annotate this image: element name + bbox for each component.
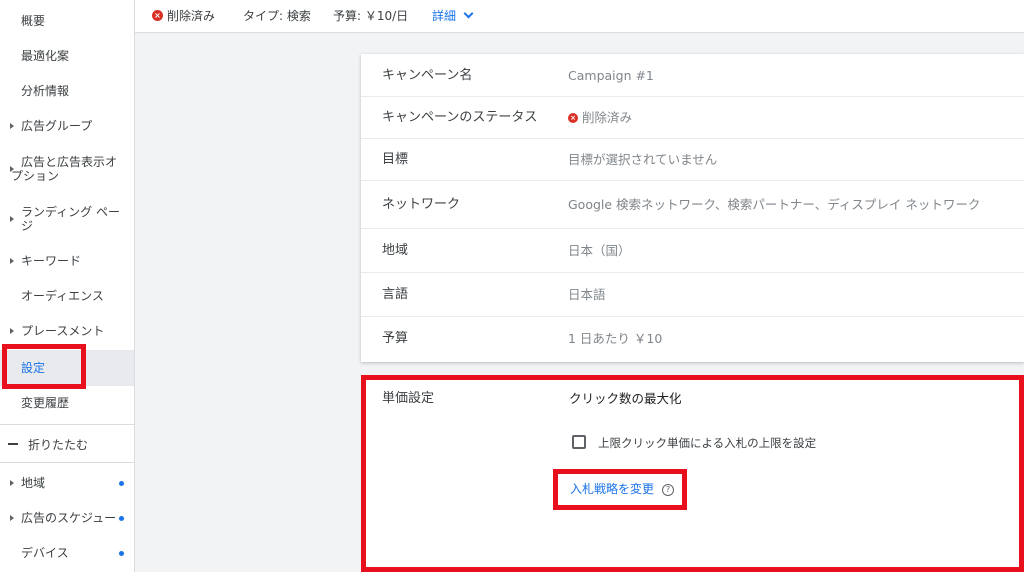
expand-triangle-icon	[10, 515, 14, 521]
settings-row-value: 日本（国）	[568, 243, 631, 258]
sidebar-nav: 概要 最適化案 分析情報 広告グループ 広告と広告表示オ プション ランディング…	[0, 0, 135, 572]
sidebar-item-ads-extensions[interactable]: 広告と広告表示オ プション	[0, 155, 134, 185]
sidebar-item-label: ジ	[21, 219, 34, 233]
max-cpc-limit-checkbox[interactable]	[572, 435, 586, 449]
settings-row-locations[interactable]: 地域 日本（国）	[361, 229, 1024, 273]
sidebar-item-recommendations[interactable]: 最適化案	[0, 49, 134, 65]
help-icon[interactable]: ?	[662, 484, 674, 496]
sidebar-item-label: プション	[11, 169, 60, 183]
settings-row-budget[interactable]: 予算 1 日あたり ￥10	[361, 317, 1024, 362]
settings-row-network[interactable]: ネットワーク Google 検索ネットワーク、検索パートナー、ディスプレイ ネッ…	[361, 181, 1024, 229]
sidebar-item-keywords[interactable]: キーワード	[0, 254, 134, 270]
settings-row-goal[interactable]: 目標 目標が選択されていません	[361, 139, 1024, 181]
highlight-bidding-box	[361, 375, 1024, 572]
settings-row-value: 削除済み	[582, 110, 633, 125]
settings-row-languages[interactable]: 言語 日本語	[361, 273, 1024, 317]
collapse-icon	[8, 443, 18, 445]
campaign-budget-text: 予算: ￥10/日	[333, 9, 409, 23]
settings-row-value: Google 検索ネットワーク、検索パートナー、ディスプレイ ネットワーク	[568, 197, 981, 212]
sidebar-item-label: 広告グループ	[21, 119, 93, 133]
sidebar-collapse[interactable]: 折りたたむ	[0, 438, 134, 454]
removed-status-icon: ×	[568, 113, 578, 123]
sidebar-divider	[0, 462, 134, 463]
campaign-status-text: 削除済み	[167, 9, 216, 23]
settings-row-campaign-status[interactable]: キャンペーンのステータス × 削除済み	[361, 97, 1024, 139]
sidebar-item-label: ランディング ペー	[21, 205, 120, 219]
settings-row-value: Campaign #1	[568, 68, 654, 83]
expand-triangle-icon	[10, 216, 14, 222]
sidebar-item-label: 概要	[21, 14, 46, 28]
expand-triangle-icon	[10, 123, 14, 129]
sidebar-item-label: 広告と広告表示オ	[21, 155, 118, 169]
notification-dot	[119, 481, 124, 486]
change-bid-strategy-link[interactable]: 入札戦略を変更	[570, 482, 654, 496]
sidebar-item-locations[interactable]: 地域	[0, 476, 134, 492]
expand-triangle-icon	[10, 328, 14, 334]
settings-row-value: 1 日あたり ￥10	[568, 331, 663, 346]
sidebar-item-ad-schedule[interactable]: 広告のスケジュー	[0, 511, 134, 527]
sidebar-divider	[0, 424, 134, 425]
details-toggle[interactable]: 詳細	[432, 8, 456, 24]
expand-triangle-icon	[10, 480, 14, 486]
max-cpc-limit-label[interactable]: 上限クリック単価による入札の上限を設定	[598, 436, 816, 450]
campaign-settings-card: キャンペーン名 Campaign #1 キャンペーンのステータス × 削除済み …	[361, 54, 1024, 362]
notification-dot	[119, 516, 124, 521]
settings-row-label: 地域	[382, 243, 409, 258]
sidebar-item-devices[interactable]: デバイス	[0, 546, 134, 562]
removed-status-icon: ×	[152, 10, 163, 21]
sidebar-item-label: デバイス	[21, 546, 69, 560]
sidebar-item-label: 最適化案	[21, 49, 70, 63]
bidding-label: 単価設定	[382, 391, 435, 406]
sidebar-item-label: 広告のスケジュー	[21, 511, 117, 525]
settings-row-campaign-name[interactable]: キャンペーン名 Campaign #1	[361, 54, 1024, 97]
settings-row-value: 日本語	[568, 287, 606, 302]
settings-row-label: 目標	[382, 152, 409, 167]
campaign-type-text: タイプ: 検索	[243, 9, 311, 23]
settings-row-value: 目標が選択されていません	[568, 152, 718, 167]
chevron-down-icon[interactable]	[463, 8, 474, 19]
sidebar-item-label: キーワード	[21, 254, 82, 268]
sidebar-item-label: オーディエンス	[21, 289, 104, 303]
sidebar-item-label: 分析情報	[21, 84, 70, 98]
settings-row-label: 予算	[382, 331, 409, 346]
settings-row-label: キャンペーンのステータス	[382, 110, 538, 125]
sidebar-item-ad-groups[interactable]: 広告グループ	[0, 119, 134, 135]
sidebar-item-placements[interactable]: プレースメント	[0, 324, 134, 340]
sidebar-item-landing-pages[interactable]: ランディング ペー ジ	[0, 205, 134, 235]
settings-row-label: 言語	[382, 287, 409, 302]
campaign-summary-bar: × 削除済み タイプ: 検索 予算: ￥10/日 詳細	[135, 0, 1024, 33]
highlight-settings-box	[2, 344, 86, 389]
sidebar-collapse-label: 折りたたむ	[28, 438, 89, 452]
sidebar-item-label: 変更履歴	[21, 396, 70, 410]
sidebar-item-audiences[interactable]: オーディエンス	[0, 289, 134, 305]
notification-dot	[119, 551, 124, 556]
expand-triangle-icon	[10, 258, 14, 264]
sidebar-item-overview[interactable]: 概要	[0, 14, 134, 30]
sidebar-item-label: 地域	[21, 476, 46, 490]
settings-row-label: キャンペーン名	[382, 68, 473, 83]
settings-row-label: ネットワーク	[382, 197, 461, 212]
sidebar-item-label: プレースメント	[21, 324, 105, 338]
sidebar-item-change-history[interactable]: 変更履歴	[0, 396, 134, 412]
sidebar-item-insights[interactable]: 分析情報	[0, 84, 134, 100]
bidding-strategy-value: クリック数の最大化	[569, 391, 682, 406]
